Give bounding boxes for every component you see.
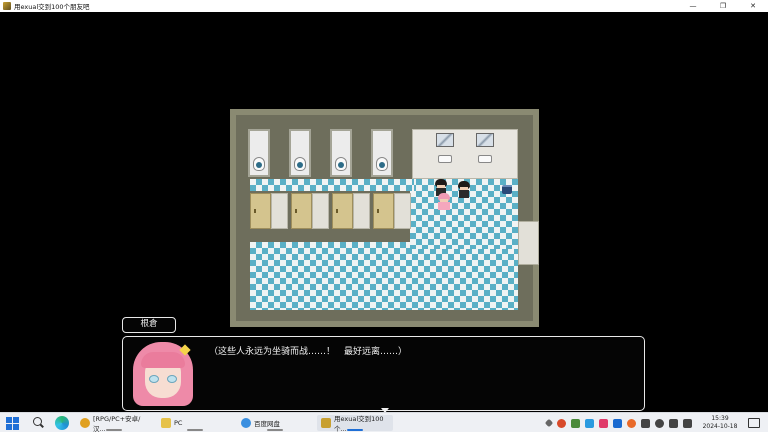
toilet [294, 157, 306, 171]
tray-app-icon[interactable] [570, 418, 580, 428]
stall-door [250, 193, 271, 229]
clock-time: 15:39 [711, 415, 729, 422]
tray-app-icon[interactable] [584, 418, 594, 428]
toilet-stall [248, 129, 270, 177]
clock-date: 2024-10-18 [702, 423, 738, 430]
close-button[interactable]: ✕ [738, 0, 768, 12]
mirror [476, 133, 494, 147]
toilet [253, 157, 265, 171]
stall-door [291, 193, 312, 229]
message-window[interactable]: （这些人永远为坐骑而战……！ 最好远离……） [122, 336, 645, 413]
toilet-stall [330, 129, 352, 177]
sink [438, 155, 452, 163]
tray-app-icon[interactable] [612, 418, 622, 428]
stall-door [373, 193, 394, 229]
sink-wall [412, 129, 518, 179]
taskbar-app-label: [RPG/PC+安卓/汉... [93, 415, 141, 432]
taskbar-app-label: 百度网盘 [254, 420, 280, 428]
keyboard-icon[interactable] [640, 418, 650, 428]
tray-app-icon[interactable] [598, 418, 608, 428]
game-app-icon [3, 2, 11, 10]
battery-icon[interactable] [682, 418, 692, 428]
tile-floor [250, 242, 518, 310]
system-tray: 15:39 2024-10-18 [543, 413, 768, 432]
stall-partition [271, 193, 288, 229]
folder-icon [161, 418, 171, 428]
search-icon[interactable] [32, 416, 46, 430]
wifi-icon[interactable] [654, 418, 664, 428]
toilet-stall [289, 129, 311, 177]
window-controls: — ❐ ✕ [678, 0, 768, 12]
sink [478, 155, 492, 163]
minimize-button[interactable]: — [678, 0, 708, 12]
chevron-up-icon[interactable] [544, 418, 553, 428]
dialogue-text: （这些人永远为坐骑而战……！ 最好远离……） [209, 347, 408, 357]
edge-browser-icon[interactable] [55, 416, 69, 430]
taskbar-clock[interactable]: 15:39 2024-10-18 [698, 415, 742, 431]
game-viewport[interactable]: 根倉 （这些人永远为坐骑而战……！ 最好远离……） [0, 12, 768, 413]
windows-start-icon[interactable] [6, 417, 19, 430]
bucket [502, 185, 512, 194]
tile-floor [250, 179, 414, 191]
character-portrait [131, 342, 195, 406]
taskbar-app-label: PC [174, 419, 183, 427]
stall-partition [312, 193, 329, 229]
toilet [335, 157, 347, 171]
game-icon [321, 418, 331, 428]
taskbar-app-baidu[interactable]: 百度网盘 [237, 415, 313, 431]
taskbar-app-label: 用exual交到100个... [334, 415, 384, 432]
taskbar-app-explorer[interactable]: PC [157, 415, 233, 431]
notification-icon[interactable] [748, 418, 760, 428]
tray-app-icon[interactable] [556, 418, 566, 428]
stall-partition [353, 193, 370, 229]
window-titlebar: 用exual交到100个朋友吧 — ❐ ✕ [0, 0, 768, 12]
maximize-button[interactable]: ❐ [708, 0, 738, 12]
window-title: 用exual交到100个朋友吧 [14, 3, 90, 11]
taskbar-app-browser[interactable]: [RPG/PC+安卓/汉... [76, 415, 152, 432]
chrome-icon [80, 418, 90, 428]
volume-icon[interactable] [668, 418, 678, 428]
taskbar: [RPG/PC+安卓/汉... PC 百度网盘 用exual交到100个... … [0, 412, 768, 432]
speaker-name-box: 根倉 [122, 317, 176, 333]
tray-app-icon[interactable] [626, 418, 636, 428]
restroom-map[interactable] [230, 109, 539, 327]
toilet-stall [371, 129, 393, 177]
baidu-netdisk-icon [241, 418, 251, 428]
toilet [376, 157, 388, 171]
stall-partition [394, 193, 411, 229]
side-doorway [518, 221, 539, 265]
stall-door [332, 193, 353, 229]
mirror [436, 133, 454, 147]
taskbar-app-game[interactable]: 用exual交到100个... [317, 415, 393, 432]
